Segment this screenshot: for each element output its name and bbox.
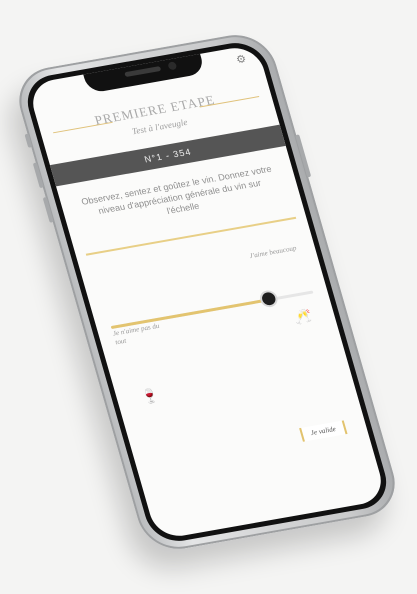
volume-down-button: [42, 197, 54, 223]
phone-bezel: ⚙ PREMIERE ETAPE Test à l'aveugle N°1 - …: [20, 38, 394, 546]
speaker-grille: [124, 66, 162, 78]
volume-up-button: [32, 162, 44, 189]
notch: [82, 51, 206, 94]
wine-glasses-cheers-icon: 🥂: [291, 307, 314, 326]
slider-thumb[interactable]: [260, 291, 278, 307]
front-camera: [167, 61, 178, 71]
app-screen: ⚙ PREMIERE ETAPE Test à l'aveugle N°1 - …: [26, 43, 388, 541]
validate-button[interactable]: Je valide: [299, 420, 348, 442]
wine-glass-icon: 🍷: [139, 386, 162, 406]
mute-switch: [24, 133, 33, 148]
mockup-stage: ⚙ PREMIERE ETAPE Test à l'aveugle N°1 - …: [0, 0, 417, 594]
slider-fill: [110, 298, 270, 330]
gear-icon[interactable]: ⚙: [235, 52, 248, 66]
phone-frame: ⚙ PREMIERE ETAPE Test à l'aveugle N°1 - …: [10, 29, 404, 555]
scale-high-label: J'aime beaucoup: [248, 244, 298, 261]
